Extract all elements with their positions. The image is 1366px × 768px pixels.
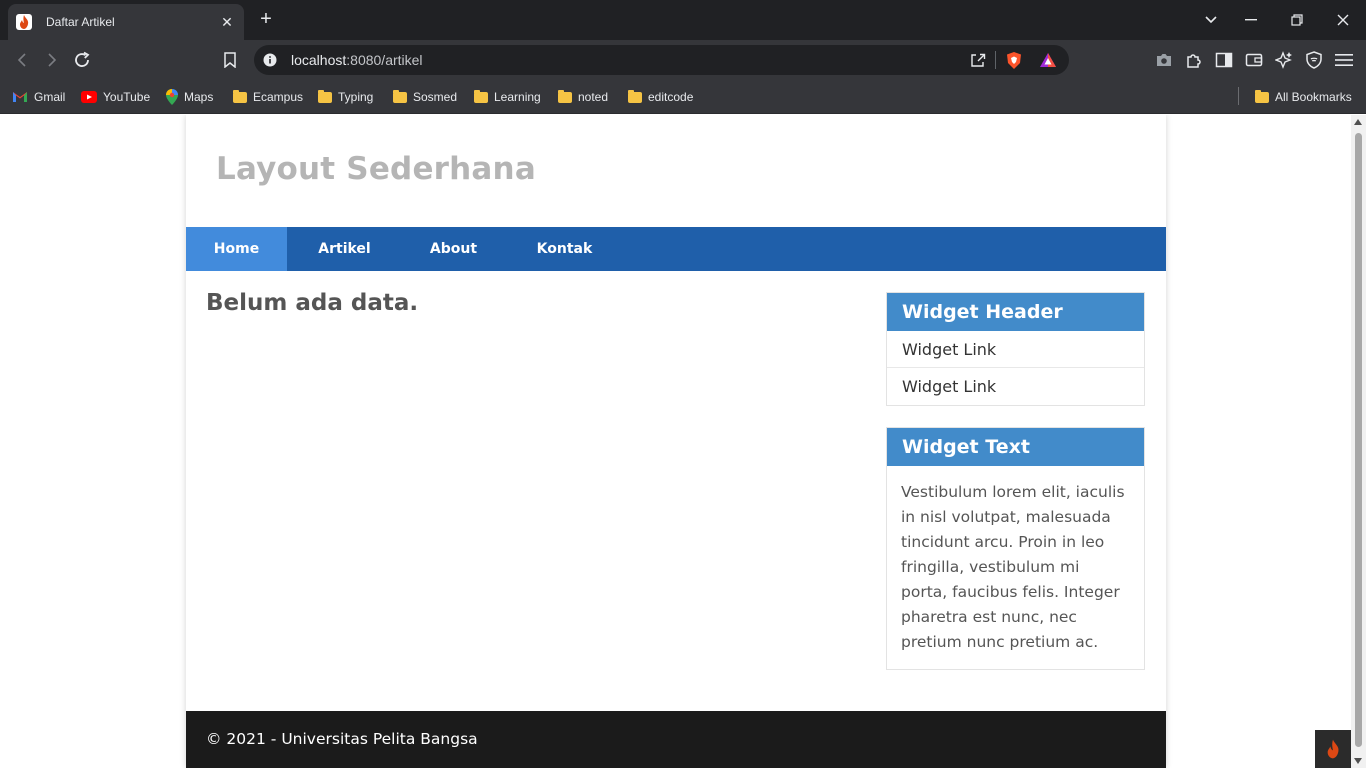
address-bar[interactable]: localhost:8080/artikel [254,45,1069,75]
bookmark-label: noted [578,90,609,104]
bookmark-label: Learning [494,90,541,104]
codeigniter-favicon-icon [16,14,32,30]
sidebar: Widget Header Widget Link Widget Link Wi… [886,292,1145,691]
bookmark-label: Gmail [34,90,66,104]
url-text[interactable]: localhost:8080/artikel [291,52,423,68]
bookmark-label: Maps [184,90,214,104]
folder-icon [628,89,642,103]
close-window-icon[interactable] [1323,0,1363,40]
site-title: Layout Sederhana [216,151,536,187]
bookmark-page-icon[interactable] [218,48,242,72]
folder-icon [1255,89,1269,103]
widget-text: Widget Text Vestibulum lorem elit, iacul… [886,427,1145,670]
minimize-icon[interactable] [1231,0,1271,40]
site-footer: © 2021 - Universitas Pelita Bangsa [186,711,1166,768]
widget-links: Widget Header Widget Link Widget Link [886,292,1145,406]
bookmark-folder-sosmed[interactable]: Sosmed [393,88,457,106]
wallet-icon[interactable] [1242,48,1266,72]
brave-rewards-icon[interactable] [1039,52,1057,73]
main-content: Belum ada data. [206,290,418,316]
widget-header-title: Widget Header [887,293,1144,331]
main-nav: Home Artikel About Kontak [186,227,1166,271]
widget-text-body: Vestibulum lorem elit, iaculis in nisl v… [901,483,1125,651]
page-container: Layout Sederhana Home Artikel About Kont… [186,115,1166,768]
widget-text-title: Widget Text [887,428,1144,466]
widget-link-2[interactable]: Widget Link [887,368,1144,405]
vpn-shield-icon[interactable] [1302,48,1326,72]
widget-link-1[interactable]: Widget Link [887,331,1144,368]
site-header: Layout Sederhana [186,115,1166,227]
nav-kontak[interactable]: Kontak [505,227,624,271]
bookmark-folder-typing[interactable]: Typing [318,88,373,106]
bookmark-folder-learning[interactable]: Learning [474,88,541,106]
folder-icon [393,89,407,103]
brave-shields-icon[interactable] [1005,51,1023,75]
url-host: localhost [291,52,347,68]
omnibox-divider [995,51,996,69]
browser-tab[interactable]: Daftar Artikel ✕ [8,4,244,40]
folder-icon [558,89,572,103]
tab-search-icon[interactable] [1191,0,1231,40]
footer-copyright: © 2021 - Universitas Pelita Bangsa [206,730,478,748]
site-info-icon[interactable] [263,53,277,72]
url-path: :8080/artikel [346,52,423,68]
nav-home[interactable]: Home [186,227,287,271]
restore-icon[interactable] [1277,0,1317,40]
nav-artikel[interactable]: Artikel [287,227,402,271]
page-viewport: Layout Sederhana Home Artikel About Kont… [0,115,1351,768]
scroll-up-arrow-icon[interactable] [1354,119,1362,125]
folder-icon [474,89,488,103]
reload-icon[interactable] [70,48,94,72]
maps-icon [166,89,178,105]
back-icon[interactable] [10,48,34,72]
empty-data-message: Belum ada data. [206,290,419,316]
nav-about[interactable]: About [402,227,505,271]
menu-icon[interactable] [1332,48,1356,72]
leo-ai-icon[interactable] [1272,48,1296,72]
bookmark-youtube[interactable]: YouTube [81,88,150,106]
forward-icon[interactable] [40,48,64,72]
tab-title: Daftar Artikel [46,15,115,29]
bookmarks-divider [1238,87,1239,105]
bookmark-gmail[interactable]: Gmail [12,88,65,106]
folder-icon [233,89,247,103]
screenshot-icon[interactable] [1152,48,1176,72]
bookmark-label: Sosmed [413,90,458,104]
bookmark-label: editcode [648,90,694,104]
new-tab-icon[interactable]: + [256,9,276,29]
codeigniter-debug-toolbar-icon[interactable] [1315,730,1351,768]
bookmark-label: Typing [338,90,374,104]
gmail-icon [12,91,28,103]
bookmark-label: Ecampus [253,90,304,104]
page-scrollbar[interactable] [1351,115,1366,768]
folder-icon [318,89,332,103]
scroll-down-arrow-icon[interactable] [1354,758,1362,764]
bookmark-folder-noted[interactable]: noted [558,88,608,106]
bookmark-folder-ecampus[interactable]: Ecampus [233,88,303,106]
scroll-thumb[interactable] [1355,133,1362,747]
bookmark-maps[interactable]: Maps [166,88,213,106]
tab-close-icon[interactable]: ✕ [218,14,236,31]
all-bookmarks-label: All Bookmarks [1275,90,1352,104]
sidebar-icon[interactable] [1212,48,1236,72]
extensions-icon[interactable] [1182,48,1206,72]
tab-strip: Daftar Artikel ✕ + [0,0,1366,40]
bookmark-folder-editcode[interactable]: editcode [628,88,693,106]
all-bookmarks-button[interactable]: All Bookmarks [1255,88,1352,106]
youtube-icon [81,91,97,103]
share-icon[interactable] [970,52,986,73]
bookmark-label: YouTube [103,90,151,104]
